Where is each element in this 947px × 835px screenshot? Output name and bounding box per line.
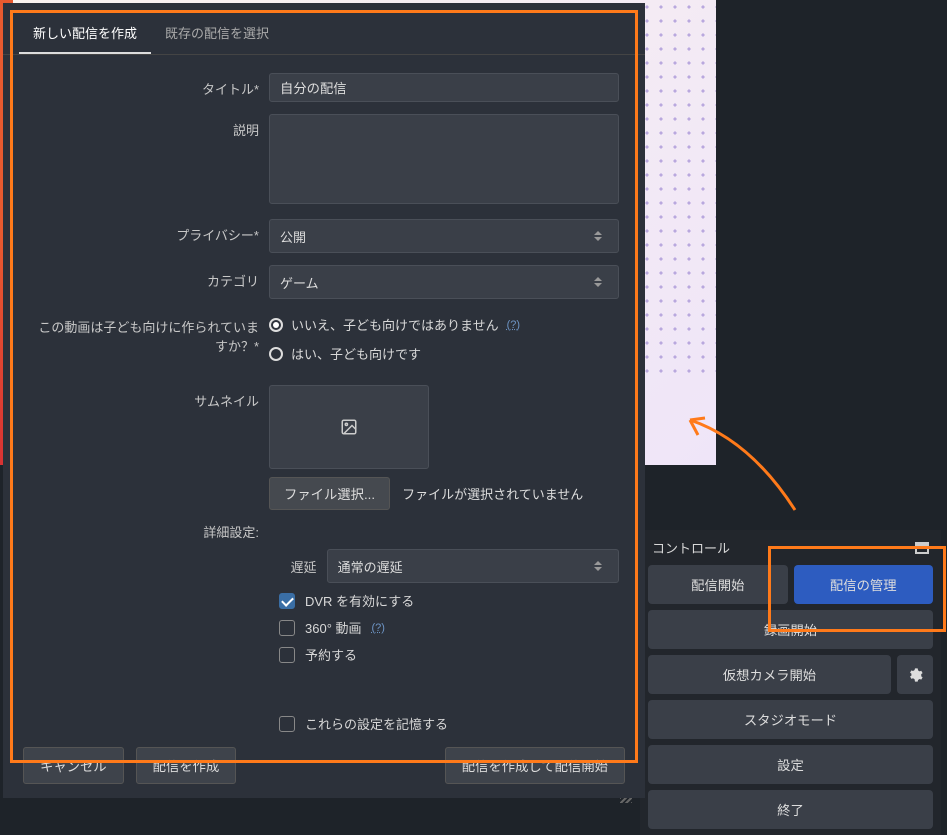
exit-button[interactable]: 終了 [648,790,933,829]
checkbox-remember[interactable] [279,716,295,732]
virtual-camera-settings-button[interactable] [897,655,933,694]
file-select-button[interactable]: ファイル選択... [269,477,390,510]
latency-select[interactable]: 通常の遅延 [327,549,619,583]
cancel-button[interactable]: キャンセル [23,747,124,784]
controls-panel: コントロール 配信開始 配信の管理 録画開始 仮想カメラ開始 スタジオモード 設… [640,530,941,835]
spinner-icon [594,272,608,292]
title-label: タイトル* [29,73,269,98]
start-streaming-button[interactable]: 配信開始 [648,565,788,604]
privacy-select[interactable]: 公開 [269,219,619,253]
checkbox-360[interactable] [279,620,295,636]
thumbnail-preview[interactable] [269,385,429,469]
image-icon [340,418,358,436]
title-input[interactable] [269,73,619,102]
description-textarea[interactable] [269,114,619,204]
description-label: 説明 [29,114,269,139]
category-select[interactable]: ゲーム [269,265,619,299]
start-virtual-camera-button[interactable]: 仮想カメラ開始 [648,655,891,694]
latency-label: 遅延 [279,557,317,576]
radio-not-for-kids[interactable] [269,318,283,332]
start-recording-button[interactable]: 録画開始 [648,610,933,649]
create-stream-button[interactable]: 配信を作成 [136,747,237,784]
thumbnail-label: サムネイル [29,385,269,410]
advanced-label: 詳細設定: [29,522,269,541]
gear-icon [907,667,923,683]
privacy-label: プライバシー* [29,219,269,244]
spinner-icon [594,556,608,576]
manage-stream-button[interactable]: 配信の管理 [794,565,934,604]
controls-header: コントロール [652,538,730,557]
help-icon[interactable]: (?) [372,622,385,634]
radio-for-kids[interactable] [269,347,283,361]
checkbox-dvr[interactable] [279,593,295,609]
kids-label: この動画は子ども向けに作られていますか？* [29,311,269,355]
help-icon[interactable]: (?) [507,319,520,331]
spinner-icon [594,226,608,246]
checkbox-schedule[interactable] [279,647,295,663]
category-label: カテゴリ [29,265,269,290]
stream-setup-dialog: 新しい配信を作成 既存の配信を選択 タイトル* 説明 プライバシー* 公開 カテ… [3,3,645,798]
tab-create-new[interactable]: 新しい配信を作成 [19,15,151,54]
studio-mode-button[interactable]: スタジオモード [648,700,933,739]
create-and-start-button[interactable]: 配信を作成して配信開始 [445,747,625,784]
file-status-text: ファイルが選択されていません [402,484,583,503]
tab-select-existing[interactable]: 既存の配信を選択 [151,15,283,54]
popout-icon[interactable] [915,542,929,554]
settings-button[interactable]: 設定 [648,745,933,784]
